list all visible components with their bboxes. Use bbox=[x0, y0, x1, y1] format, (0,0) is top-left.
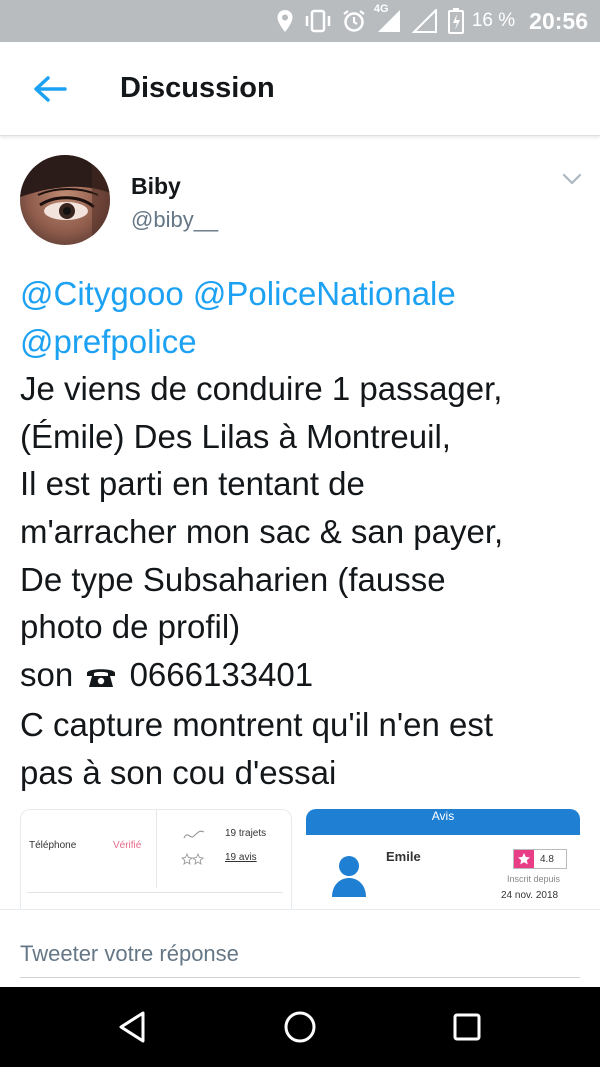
verified-label: Vérifié bbox=[113, 840, 142, 851]
chevron-down-icon bbox=[562, 173, 582, 185]
tweet: Biby @biby__ @Citygooo @PoliceNationale … bbox=[0, 137, 600, 909]
signal-icon: 4G bbox=[374, 3, 402, 33]
clock: 20:56 bbox=[529, 7, 588, 34]
navigation-bar bbox=[0, 987, 600, 1067]
rating-value: 4.8 bbox=[540, 853, 554, 865]
reviews-header: Avis bbox=[306, 809, 580, 835]
route-icon bbox=[183, 828, 205, 846]
divider bbox=[156, 810, 157, 888]
avatar[interactable] bbox=[20, 155, 110, 245]
tweet-line: C capture montrent qu'il n'en est bbox=[20, 706, 494, 744]
tweet-image-2[interactable]: Avis Emile 4.8 Inscrit depuis 24 nov. 20… bbox=[306, 809, 580, 909]
rating-badge: 4.8 bbox=[513, 849, 567, 869]
battery-percentage: 16 % bbox=[471, 10, 516, 31]
member-since-label: Inscrit depuis bbox=[507, 874, 561, 884]
tweet-line: son bbox=[20, 655, 74, 693]
mention-link[interactable]: @Citygooo bbox=[20, 275, 184, 312]
alarm-icon bbox=[342, 9, 366, 33]
tweet-line: photo de profil) bbox=[20, 608, 241, 646]
home-circle-icon bbox=[284, 1011, 316, 1043]
reply-input[interactable] bbox=[20, 930, 580, 978]
mention-link[interactable]: @prefpolice bbox=[20, 323, 197, 360]
tweet-line: pas à son cou d'essai bbox=[20, 753, 337, 791]
tweet-line: De type Subsaharien (fausse bbox=[20, 560, 446, 598]
member-since-date: 24 nov. 2018 bbox=[501, 890, 559, 901]
divider bbox=[27, 892, 283, 893]
tweet-line: (Émile) Des Lilas à Montreuil, bbox=[20, 417, 451, 455]
nav-recents-button[interactable] bbox=[447, 1007, 487, 1047]
author-name[interactable]: Biby bbox=[131, 173, 181, 200]
page-title: Discussion bbox=[120, 72, 275, 104]
reply-bar bbox=[0, 909, 600, 987]
stars-icon bbox=[180, 852, 205, 870]
status-bar: 4G 16 % 20:56 bbox=[0, 0, 600, 42]
vibrate-icon bbox=[304, 9, 332, 33]
trips-count: 19 trajets bbox=[225, 828, 267, 839]
mention-link[interactable]: @PoliceNationale bbox=[193, 275, 456, 312]
recents-square-icon bbox=[453, 1013, 481, 1041]
back-triangle-icon bbox=[119, 1011, 145, 1043]
person-icon bbox=[330, 855, 368, 902]
tweet-line: m'arracher mon sac & san payer, bbox=[20, 512, 504, 550]
nav-home-button[interactable] bbox=[280, 1007, 320, 1047]
telephone-label: Téléphone bbox=[29, 840, 77, 851]
reviews-link: 19 avis bbox=[225, 852, 257, 863]
more-options-button[interactable] bbox=[558, 169, 586, 189]
tweet-line: Je viens de conduire 1 passager, bbox=[20, 370, 503, 408]
battery-icon bbox=[447, 8, 464, 34]
tweet-line: Il est parti en tentant de bbox=[20, 465, 365, 503]
nav-back-button[interactable] bbox=[112, 1007, 152, 1047]
network-type: 4G bbox=[373, 3, 389, 15]
driver-name: Emile bbox=[386, 849, 421, 864]
signal-empty-icon bbox=[411, 9, 438, 33]
tweet-text: @Citygooo @PoliceNationale @prefpolice J… bbox=[20, 270, 590, 797]
tweet-image-1[interactable]: Téléphone Vérifié 19 trajets 19 avis bbox=[20, 809, 292, 909]
star-icon bbox=[514, 850, 534, 868]
phone-number-link[interactable]: 0666133401 bbox=[130, 656, 314, 693]
location-icon bbox=[276, 9, 294, 33]
telephone-icon bbox=[85, 654, 117, 702]
author-handle[interactable]: @biby__ bbox=[131, 207, 218, 233]
arrow-left-icon bbox=[34, 75, 67, 102]
app-bar: Discussion bbox=[0, 42, 600, 136]
back-button[interactable] bbox=[0, 42, 100, 136]
